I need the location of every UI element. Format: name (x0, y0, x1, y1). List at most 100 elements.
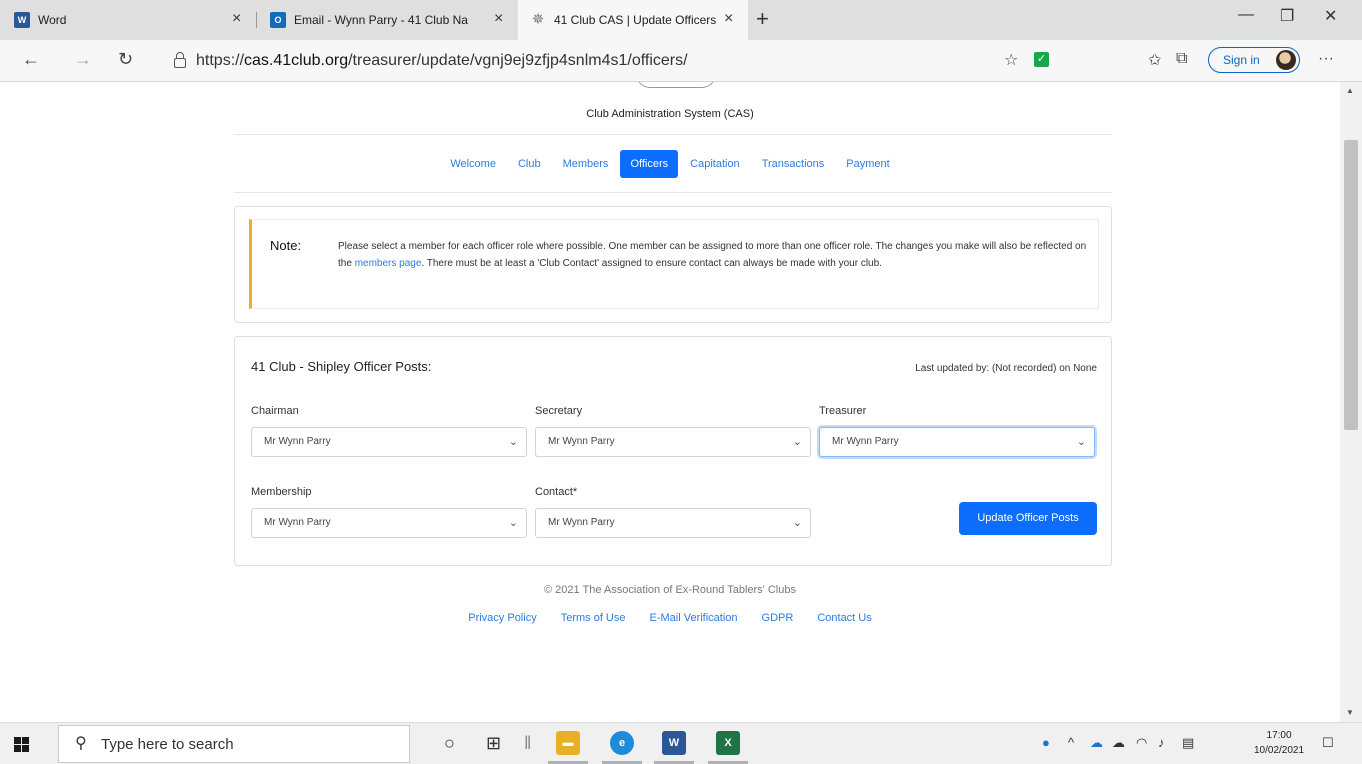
chevron-down-icon: ⌄ (1076, 436, 1086, 448)
word-icon[interactable]: W (662, 731, 686, 755)
menu-item-officers[interactable]: Officers (620, 150, 679, 178)
membership-select[interactable]: Mr Wynn Parry ⌄ (251, 508, 527, 538)
treasurer-select[interactable]: Mr Wynn Parry ⌄ (819, 427, 1095, 457)
close-window-icon[interactable]: ✕ (1324, 6, 1337, 26)
file-explorer-icon[interactable]: ▬ (556, 731, 580, 755)
contact-select[interactable]: Mr Wynn Parry ⌄ (535, 508, 811, 538)
minimize-icon[interactable]: — (1238, 6, 1254, 24)
taskbar-divider: ‖ (524, 733, 532, 753)
edge-icon[interactable]: e (610, 731, 634, 755)
help-icon[interactable]: ● (1042, 735, 1050, 750)
task-view-icon[interactable]: ⊞ (486, 733, 501, 754)
cloud-icon[interactable]: ☁ (1112, 735, 1125, 751)
close-icon[interactable]: × (232, 10, 241, 28)
volume-icon[interactable]: ♪ (1158, 735, 1165, 750)
menu-item-capitation[interactable]: Capitation (680, 150, 750, 178)
secretary-label: Secretary (535, 405, 583, 417)
tab-label: Email - Wynn Parry - 41 Club Na (294, 13, 468, 27)
address-bar[interactable]: https://cas.41club.org/treasurer/update/… (160, 46, 1000, 76)
scrollbar-thumb[interactable] (1344, 140, 1358, 430)
footer-link-privacy-policy[interactable]: Privacy Policy (468, 612, 536, 624)
extension-check-icon[interactable]: ✓ (1034, 52, 1049, 67)
menu-item-members[interactable]: Members (553, 150, 619, 178)
officer-posts-card: 41 Club - Shipley Officer Posts: Last up… (234, 336, 1112, 566)
sign-in-button[interactable]: Sign in (1208, 47, 1300, 73)
note-text: Please select a member for each officer … (338, 241, 1087, 269)
tab-label: 41 Club CAS | Update Officers (554, 13, 717, 27)
menu-item-welcome[interactable]: Welcome (440, 150, 506, 178)
clock-time: 17:00 (1266, 730, 1292, 741)
update-officer-posts-button[interactable]: Update Officer Posts (959, 502, 1097, 535)
clock[interactable]: 17:00 10/02/2021 (1254, 728, 1304, 758)
cortana-icon[interactable]: ○ (444, 733, 455, 754)
avatar (1276, 50, 1296, 70)
restore-icon[interactable]: ❐ (1280, 6, 1294, 26)
chevron-down-icon: ⌄ (792, 517, 802, 529)
chevron-down-icon: ⌄ (792, 436, 802, 448)
site-title: Club Administration System (CAS) (586, 108, 754, 120)
chairman-select[interactable]: Mr Wynn Parry ⌄ (251, 427, 527, 457)
language-icon[interactable]: ▤ (1182, 735, 1194, 751)
notifications-icon[interactable]: ☐ (1322, 735, 1334, 751)
page-scrollbar[interactable]: ▲ ▼ (1340, 82, 1362, 722)
word-icon: W (14, 12, 30, 28)
tab-cas-update-officers[interactable]: ✵ 41 Club CAS | Update Officers × (518, 0, 748, 40)
new-tab-button[interactable]: + (756, 6, 769, 32)
footer-link-contact-us[interactable]: Contact Us (817, 612, 871, 624)
membership-label: Membership (251, 486, 312, 498)
sign-in-label: Sign in (1223, 53, 1260, 67)
note-title: Note: (270, 238, 302, 253)
page-content: Club Administration System (CAS) Welcome… (0, 82, 1340, 722)
tab-separator (256, 12, 257, 28)
more-icon[interactable]: ··· (1318, 50, 1334, 68)
lock-icon (174, 52, 186, 68)
search-placeholder: Type here to search (101, 736, 234, 753)
taskbar-search-input[interactable]: ⚲ Type here to search (58, 725, 410, 763)
scroll-down-icon[interactable]: ▼ (1346, 708, 1354, 717)
copyright-text: © 2021 The Association of Ex-Round Table… (544, 584, 796, 596)
secretary-select[interactable]: Mr Wynn Parry ⌄ (535, 427, 811, 457)
site-logo (636, 82, 716, 88)
favorites-icon[interactable]: ✩ (1148, 50, 1161, 70)
menu-item-payment[interactable]: Payment (836, 150, 899, 178)
collections-icon[interactable]: ⧉ (1176, 50, 1187, 68)
members-page-link[interactable]: members page (355, 258, 422, 269)
officer-posts-title: 41 Club - Shipley Officer Posts: (251, 359, 432, 374)
menu-item-transactions[interactable]: Transactions (752, 150, 835, 178)
forward-icon[interactable]: → (74, 49, 92, 70)
footer-link-gdpr[interactable]: GDPR (762, 612, 794, 624)
onedrive-icon[interactable]: ☁ (1090, 735, 1103, 751)
chairman-label: Chairman (251, 405, 299, 417)
close-icon[interactable]: × (494, 10, 503, 28)
refresh-icon[interactable]: ↻ (118, 49, 133, 70)
chevron-up-icon[interactable]: ^ (1068, 735, 1074, 750)
close-icon[interactable]: × (724, 10, 733, 28)
footer-links: Privacy Policy Terms of Use E-Mail Verif… (0, 612, 1340, 624)
treasurer-label: Treasurer (819, 405, 867, 417)
menu-item-club[interactable]: Club (508, 150, 551, 178)
membership-value: Mr Wynn Parry (264, 517, 331, 528)
last-updated-text: Last updated by: (Not recorded) on None (915, 363, 1097, 374)
search-icon: ⚲ (75, 735, 87, 752)
windows-taskbar: ⚲ Type here to search ○ ⊞ ‖ ▬ e W X ● ^ … (0, 722, 1362, 764)
outlook-icon: O (270, 12, 286, 28)
add-favorite-icon[interactable]: ☆ (1004, 50, 1018, 70)
tab-label: Word (38, 13, 67, 27)
club-logo-icon: ✵ (531, 11, 545, 28)
scroll-up-icon[interactable]: ▲ (1346, 86, 1354, 95)
note-callout: Note: Please select a member for each of… (249, 219, 1099, 309)
divider (234, 192, 1112, 193)
footer-link-terms-of-use[interactable]: Terms of Use (561, 612, 626, 624)
url-text: https://cas.41club.org/treasurer/update/… (196, 52, 688, 69)
wifi-icon[interactable]: ◠ (1136, 735, 1147, 751)
note-card: Note: Please select a member for each of… (234, 206, 1112, 323)
tab-email[interactable]: O Email - Wynn Parry - 41 Club Na × (260, 0, 516, 40)
footer-link-email-verification[interactable]: E-Mail Verification (650, 612, 738, 624)
browser-toolbar: ← → ↻ https://cas.41club.org/treasurer/u… (0, 40, 1362, 82)
contact-value: Mr Wynn Parry (548, 517, 615, 528)
chevron-down-icon: ⌄ (508, 517, 518, 529)
windows-start-icon[interactable] (14, 737, 30, 753)
tab-word[interactable]: W Word × (0, 0, 255, 40)
back-icon[interactable]: ← (22, 49, 40, 70)
excel-icon[interactable]: X (716, 731, 740, 755)
